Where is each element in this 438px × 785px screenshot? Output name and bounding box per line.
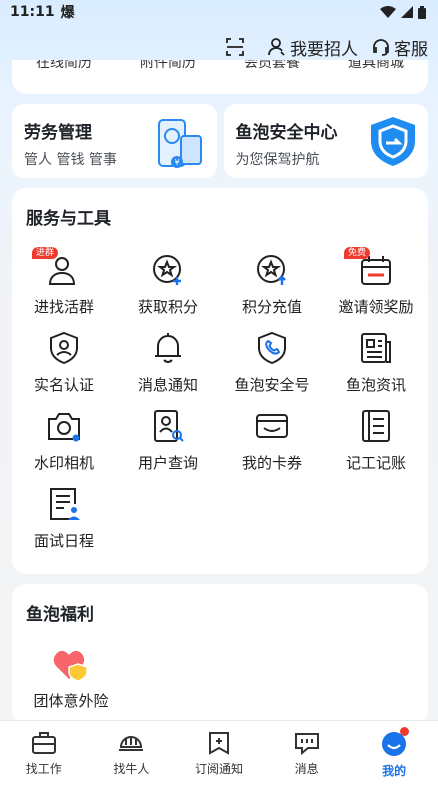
tool-user-query[interactable]: 用户查询: [116, 408, 220, 486]
signal-icon: [401, 6, 413, 18]
schedule-icon: [50, 488, 80, 520]
star-up-icon: [257, 255, 286, 285]
welfare-section: 鱼泡福利 团体意外险: [12, 584, 428, 724]
battery-icon: [418, 5, 426, 19]
card-icon: [256, 414, 288, 438]
tool-label: 消息通知: [137, 376, 198, 394]
briefcase-icon: [31, 732, 56, 754]
tool-recharge-points[interactable]: 积分充值: [220, 252, 324, 330]
shortcut-prop-store[interactable]: 道具商城: [348, 60, 404, 72]
tool-invite-reward[interactable]: 免费 邀请领奖励: [324, 247, 428, 330]
section-title: 服务与工具: [26, 209, 111, 229]
news-icon: [361, 333, 391, 363]
shortcut-membership[interactable]: 会员套餐: [244, 60, 300, 72]
scan-button[interactable]: [226, 38, 244, 56]
scan-icon: [226, 38, 244, 56]
tool-label: 鱼泡资讯: [345, 376, 406, 394]
tool-watermark-camera[interactable]: 水印相机: [12, 408, 116, 486]
tab-subscribe[interactable]: 订阅通知: [179, 731, 259, 777]
status-bar: 11:11 爆: [0, 0, 438, 24]
welfare-label: 团体意外险: [33, 692, 109, 710]
shield-user-icon: [50, 331, 78, 365]
section-title: 鱼泡福利: [26, 605, 94, 625]
helmet-icon: [119, 736, 144, 751]
tool-badge: 进群: [32, 247, 59, 259]
tab-label: 找牛人: [113, 762, 150, 776]
top-actions: 我要招人 客服: [226, 34, 428, 60]
status-app-glyph: 爆: [60, 5, 75, 21]
promo-row: 劳务管理 管人 管钱 管事 ¥ 鱼泡安全中心 为您保驾护航: [12, 104, 428, 178]
tool-label: 用户查询: [137, 454, 198, 472]
tool-safe-number[interactable]: 鱼泡安全号: [220, 330, 324, 408]
tool-work-ledger[interactable]: 记工记账: [324, 408, 428, 486]
tab-label: 消息: [294, 762, 319, 776]
wifi-icon: [380, 6, 396, 18]
tab-label: 找工作: [25, 762, 62, 776]
heart-shield-icon: [53, 650, 88, 682]
status-time: 11:11: [10, 4, 55, 20]
tool-label: 积分充值: [241, 298, 302, 316]
tool-label: 面试日程: [33, 532, 94, 550]
tool-interview-schedule[interactable]: 面试日程: [12, 486, 116, 564]
services-tools-section: 服务与工具 进群 进找活群 获取积分 积分充值 免费 邀请领奖励 实名认证 消息…: [12, 188, 428, 574]
tool-label: 实名认证: [33, 376, 94, 394]
tool-join-group[interactable]: 进群 进找活群: [12, 247, 116, 330]
security-center-card[interactable]: 鱼泡安全中心 为您保驾护航: [223, 104, 428, 178]
bell-icon: [155, 333, 181, 363]
tool-my-coupons[interactable]: 我的卡券: [220, 408, 324, 486]
welfare-group-insurance[interactable]: 团体意外险: [26, 648, 116, 711]
resume-shortcuts-card: 在线简历 附件简历 会员套餐 道具商城: [12, 60, 428, 94]
star-plus-icon: [153, 255, 181, 285]
bottom-tab-bar: 找工作 找牛人 订阅通知 消息 我的: [0, 721, 438, 785]
svg-text:¥: ¥: [174, 158, 179, 167]
customer-service-button[interactable]: 客服: [372, 35, 428, 60]
tool-badge: 免费: [344, 247, 371, 259]
recruit-button[interactable]: 我要招人: [268, 35, 358, 60]
shortcut-attachment-resume[interactable]: 附件简历: [140, 60, 196, 72]
tab-messages[interactable]: 消息: [267, 731, 347, 777]
tab-find-job[interactable]: 找工作: [4, 731, 84, 777]
tool-label: 记工记账: [345, 454, 406, 472]
tool-label: 进找活群: [33, 298, 94, 316]
subscribe-icon: [208, 732, 229, 755]
service-label: 客服: [394, 39, 428, 60]
tab-label: 订阅通知: [194, 762, 243, 776]
user-icon: [268, 38, 285, 56]
tool-news[interactable]: 鱼泡资讯: [324, 330, 428, 408]
tool-real-name[interactable]: 实名认证: [12, 330, 116, 408]
shield-phone-icon: [258, 331, 286, 365]
user-search-icon: [154, 410, 184, 442]
camera-icon: [48, 413, 80, 442]
tool-label: 水印相机: [33, 454, 94, 472]
tool-label: 邀请领奖励: [338, 298, 414, 316]
recruit-label: 我要招人: [290, 39, 358, 60]
tool-label: 我的卡券: [241, 454, 302, 472]
tool-label: 获取积分: [137, 298, 198, 316]
tab-find-talent[interactable]: 找牛人: [91, 731, 171, 777]
tools-grid: 进群 进找活群 获取积分 积分充值 免费 邀请领奖励 实名认证 消息通知 鱼泡安…: [12, 247, 428, 564]
headset-icon: [373, 39, 389, 56]
labor-management-card[interactable]: 劳务管理 管人 管钱 管事 ¥: [12, 104, 217, 178]
shortcut-online-resume[interactable]: 在线简历: [36, 60, 92, 72]
ledger-icon: [362, 410, 390, 442]
tool-get-points[interactable]: 获取积分: [116, 252, 220, 330]
labor-management-icon: ¥: [157, 119, 202, 168]
tool-label: 鱼泡安全号: [234, 376, 310, 394]
notification-dot: [400, 727, 410, 736]
tool-notifications[interactable]: 消息通知: [116, 330, 220, 408]
chat-icon: [294, 733, 319, 755]
security-shield-icon: [371, 117, 415, 166]
tab-label: 我的: [382, 764, 407, 778]
tab-mine[interactable]: 我的: [354, 727, 434, 779]
